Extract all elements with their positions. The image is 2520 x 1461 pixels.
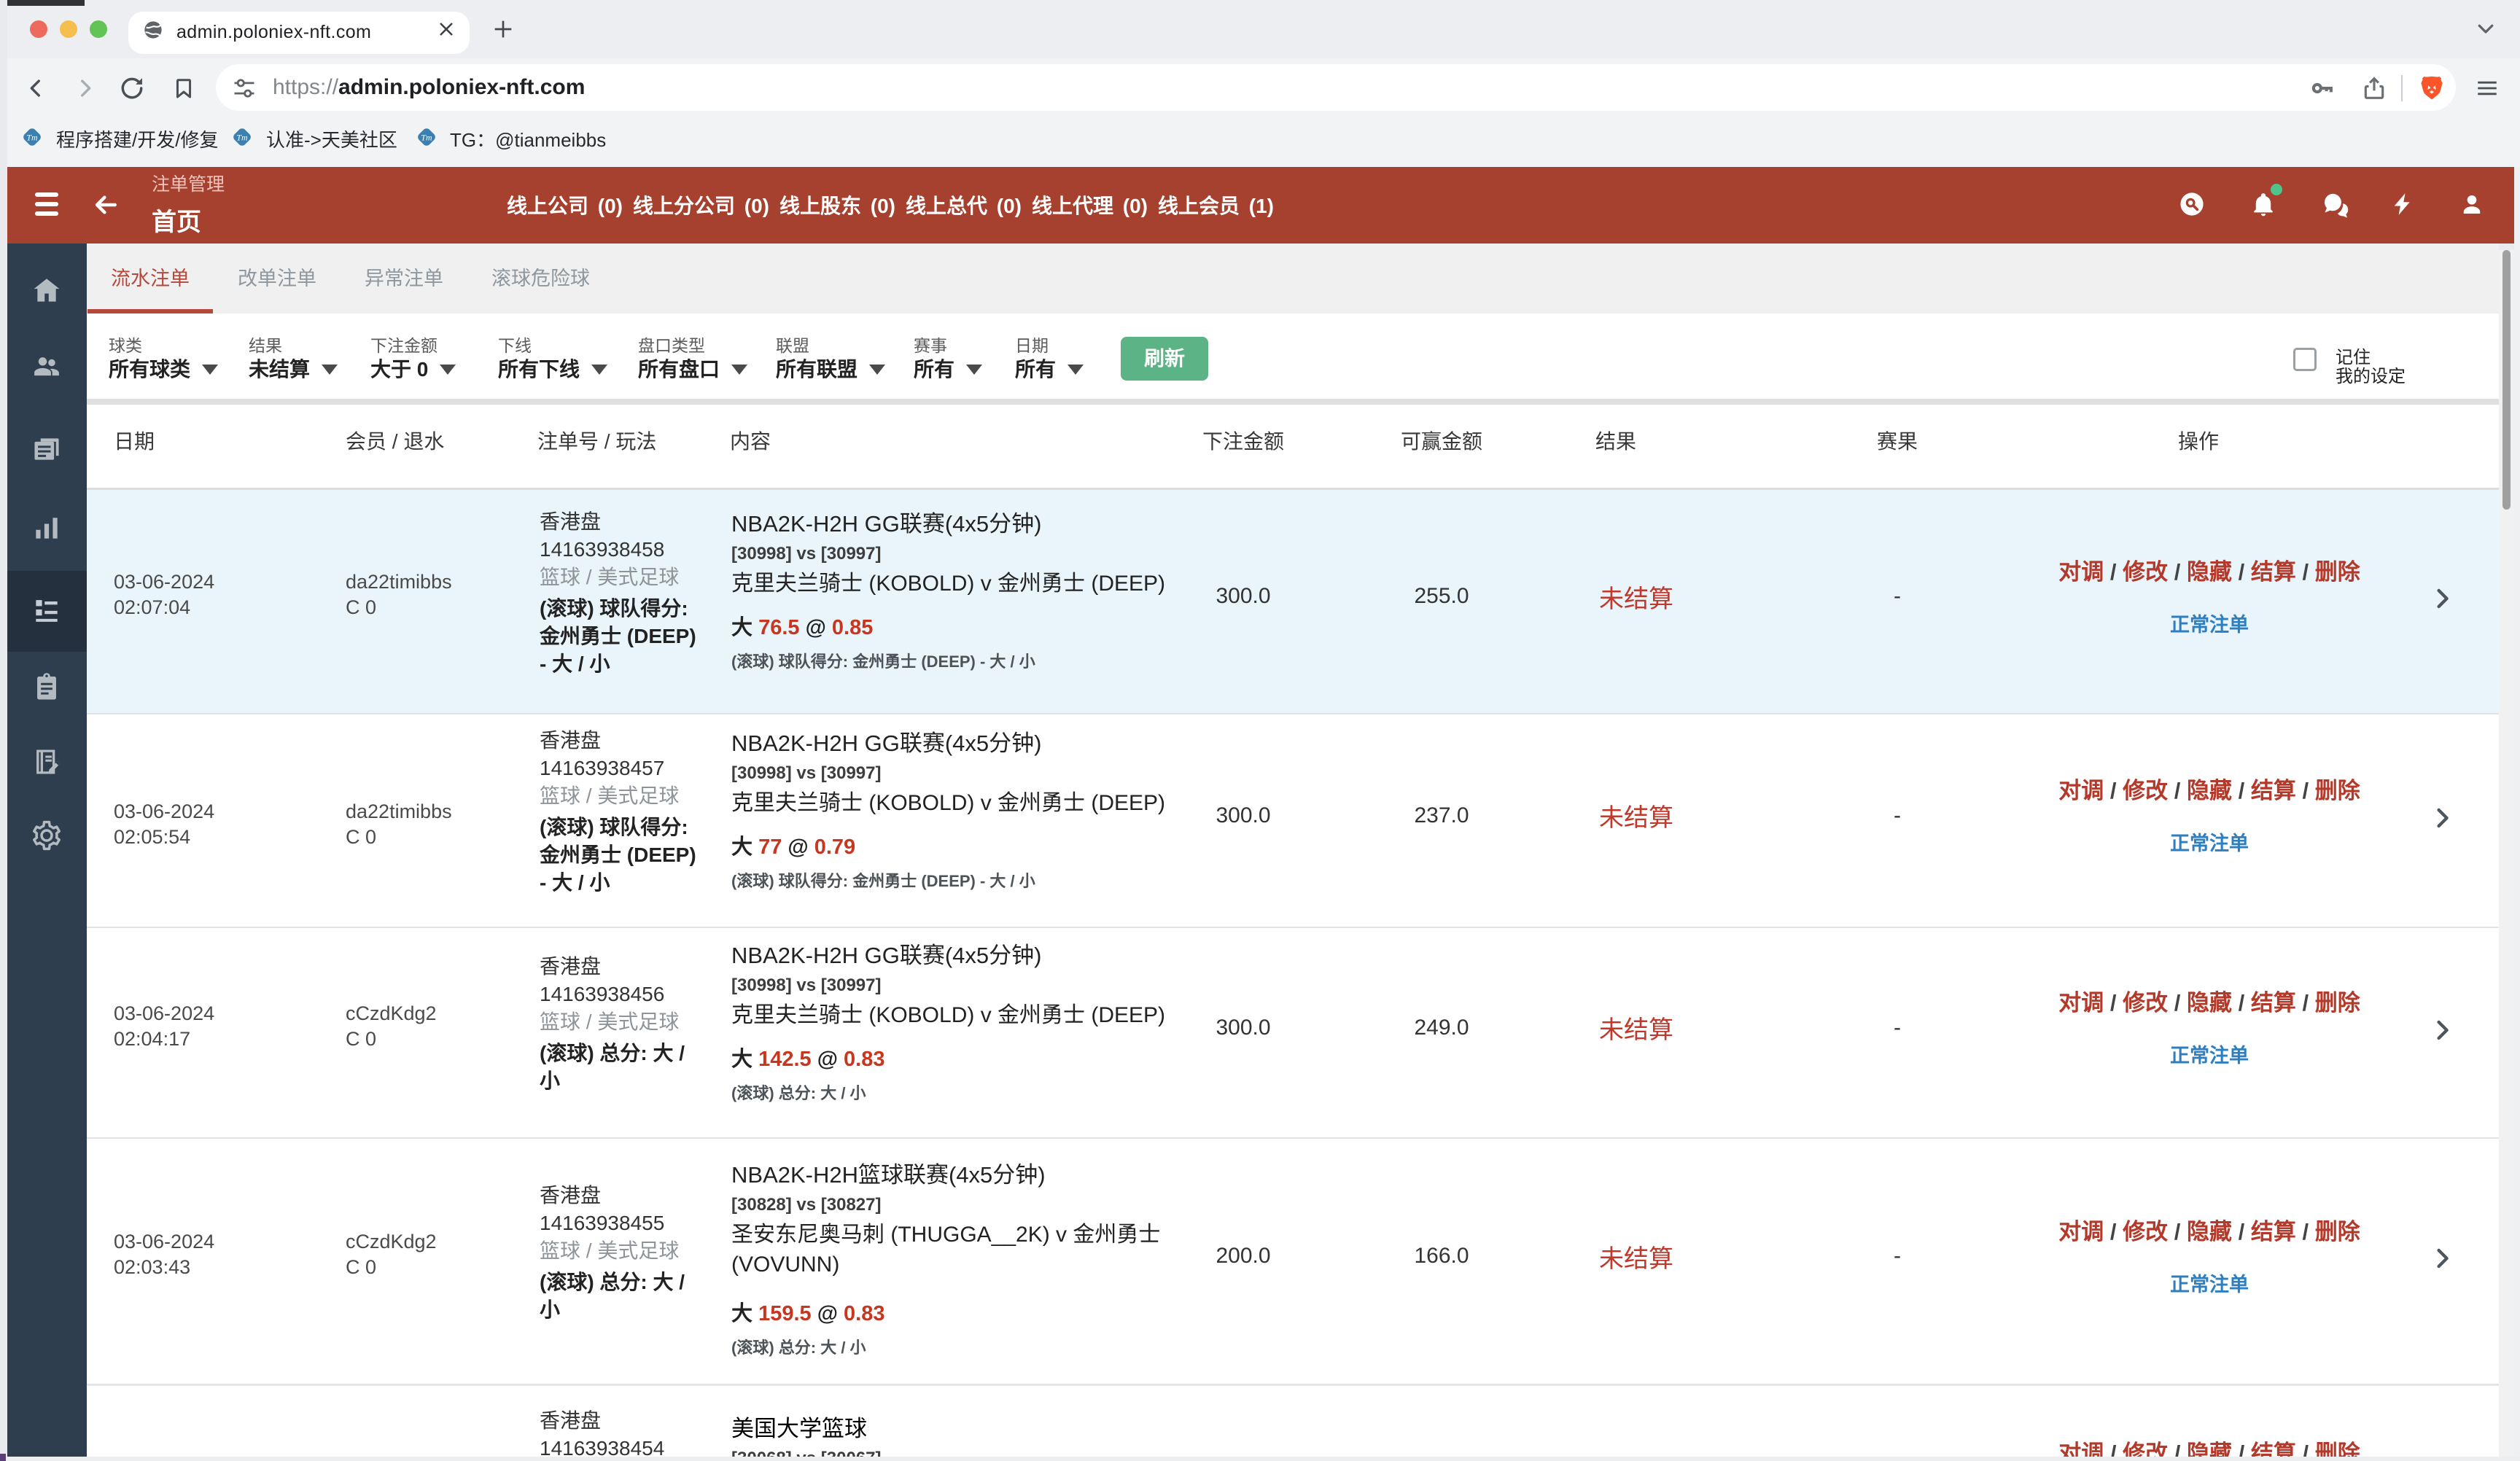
svg-text:Tm: Tm xyxy=(236,132,248,142)
svg-text:Tm: Tm xyxy=(421,132,432,142)
svg-text:Tm: Tm xyxy=(26,132,38,142)
